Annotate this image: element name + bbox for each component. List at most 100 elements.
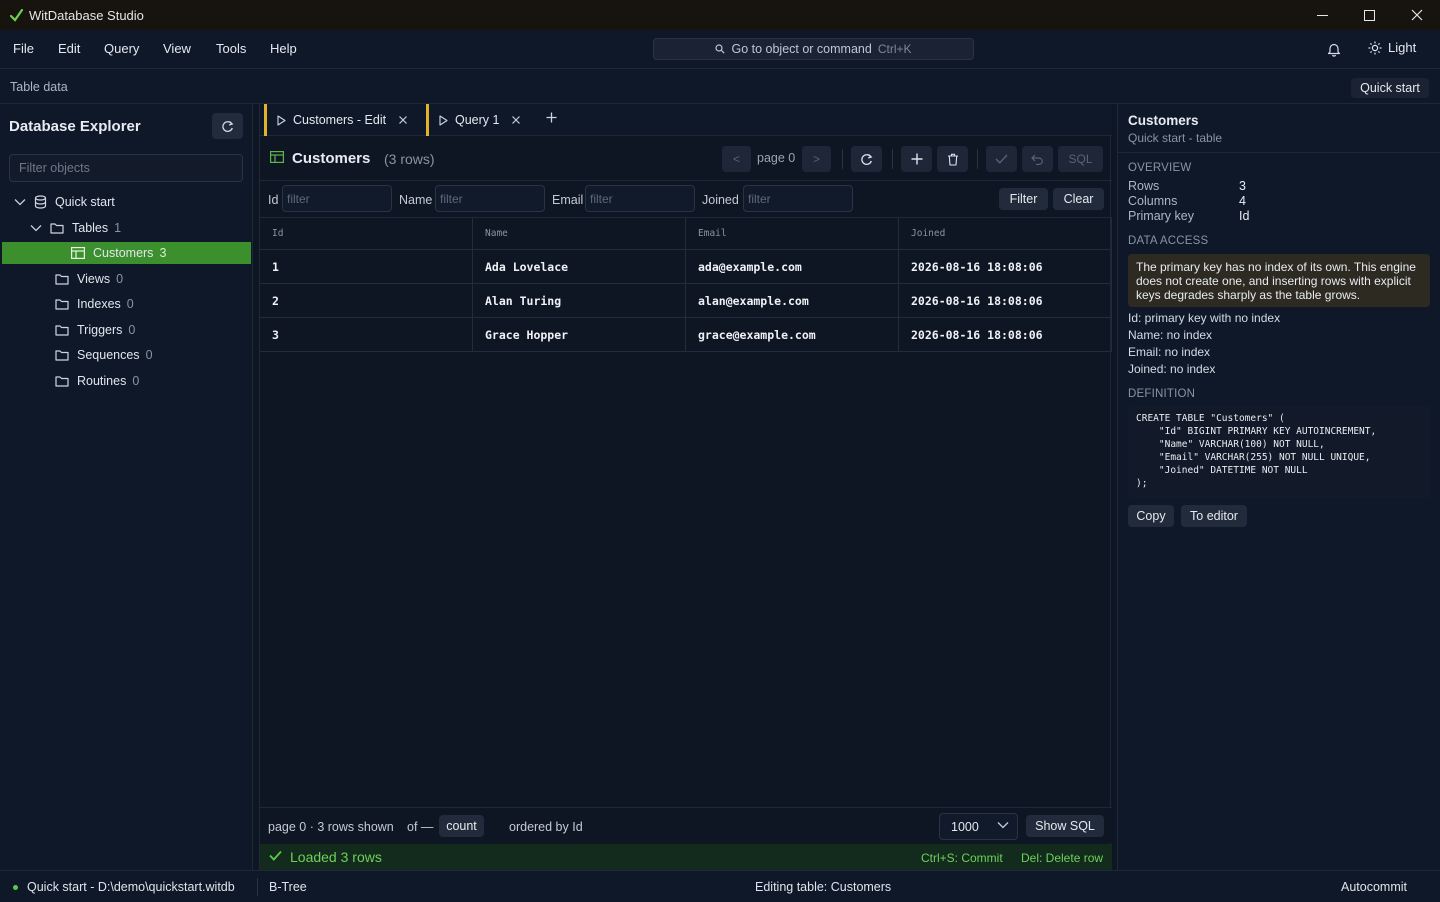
tab-label: Query 1 xyxy=(455,113,500,127)
editor-tab-bar: Customers - Edit Query 1 xyxy=(260,104,1112,136)
tab-customers-edit[interactable]: Customers - Edit xyxy=(264,104,422,136)
menu-tools[interactable]: Tools xyxy=(216,41,246,56)
copy-button[interactable]: Copy xyxy=(1128,505,1174,527)
commit-button[interactable] xyxy=(986,146,1017,172)
table-row[interactable]: 2 Alan Turing alan@example.com 2026-08-1… xyxy=(260,284,1112,318)
tree-item-sequences[interactable]: Sequences 0 xyxy=(2,344,251,366)
close-tab-icon[interactable] xyxy=(512,116,521,124)
tree-item-views[interactable]: Views 0 xyxy=(2,268,251,290)
theme-toggle-button[interactable]: Light xyxy=(1368,40,1416,55)
refresh-explorer-button[interactable] xyxy=(212,113,243,139)
show-sql-button[interactable]: Show SQL xyxy=(1026,815,1104,837)
tree-item-label: Indexes xyxy=(77,297,121,311)
folder-icon xyxy=(55,273,69,285)
operation-status: Loaded 3 rows Ctrl+S: Commit Del: Delete… xyxy=(260,844,1112,870)
filter-input-name[interactable]: filter xyxy=(435,185,545,212)
cell-id[interactable]: 1 xyxy=(260,250,473,283)
row-limit-select[interactable]: 1000 xyxy=(939,813,1018,840)
minimize-button[interactable] xyxy=(1299,0,1346,30)
database-explorer: Database Explorer Filter objects Quick s… xyxy=(0,104,253,870)
cell-joined[interactable]: 2026-08-16 18:08:06 xyxy=(899,284,1112,317)
bell-icon[interactable] xyxy=(1327,42,1341,57)
chevron-down-icon[interactable] xyxy=(14,198,28,206)
tree-item-indexes[interactable]: Indexes 0 xyxy=(2,293,251,315)
column-header-id[interactable]: Id xyxy=(260,218,473,249)
command-search[interactable]: Go to object or command Ctrl+K xyxy=(653,38,974,60)
status-bar: Quick start - D:\demo\quickstart.witdb B… xyxy=(0,870,1440,902)
tree-item-customers[interactable]: Customers 3 xyxy=(2,242,251,264)
tree-item-tables[interactable]: Tables 1 xyxy=(2,217,251,239)
cell-joined[interactable]: 2026-08-16 18:08:06 xyxy=(899,250,1112,283)
close-tab-icon[interactable] xyxy=(399,116,408,124)
overview-heading: OVERVIEW xyxy=(1128,162,1192,174)
filter-input-id[interactable]: filter xyxy=(282,185,392,212)
cell-id[interactable]: 3 xyxy=(260,318,473,351)
folder-icon xyxy=(55,324,69,336)
transaction-mode[interactable]: Autocommit xyxy=(1341,880,1407,894)
chevron-down-icon[interactable] xyxy=(30,224,44,232)
divider xyxy=(1118,152,1440,153)
filter-input-email[interactable]: filter xyxy=(585,185,695,212)
table-row[interactable]: 1 Ada Lovelace ada@example.com 2026-08-1… xyxy=(260,250,1112,284)
cell-id[interactable]: 2 xyxy=(260,284,473,317)
quick-start-button[interactable]: Quick start xyxy=(1351,78,1429,98)
index-note: Joined: no index xyxy=(1128,362,1216,376)
overview-key: Rows xyxy=(1128,179,1160,193)
app-logo-icon xyxy=(10,8,23,22)
tree-item-triggers[interactable]: Triggers 0 xyxy=(2,319,251,341)
reload-button[interactable] xyxy=(851,146,882,172)
clear-button[interactable]: Clear xyxy=(1053,188,1104,210)
tree-item-quick-start[interactable]: Quick start xyxy=(2,191,251,213)
table-icon xyxy=(71,247,85,259)
command-search-shortcut: Ctrl+K xyxy=(877,42,912,56)
add-tab-icon[interactable] xyxy=(546,112,557,123)
overview-value: 3 xyxy=(1239,179,1246,193)
cell-name[interactable]: Alan Turing xyxy=(473,284,686,317)
cell-email[interactable]: ada@example.com xyxy=(686,250,899,283)
cell-name[interactable]: Grace Hopper xyxy=(473,318,686,351)
cell-name[interactable]: Ada Lovelace xyxy=(473,250,686,283)
refresh-icon xyxy=(222,120,234,132)
menu-view[interactable]: View xyxy=(163,41,191,56)
close-window-button[interactable] xyxy=(1393,0,1440,30)
table-row[interactable]: 3 Grace Hopper grace@example.com 2026-08… xyxy=(260,318,1112,352)
prev-page-button[interactable]: < xyxy=(722,146,751,172)
next-page-button[interactable]: > xyxy=(802,146,831,172)
theme-toggle-label: Light xyxy=(1388,40,1417,55)
column-header-email[interactable]: Email xyxy=(686,218,899,249)
tree-item-label: Views xyxy=(77,272,111,286)
tree-item-label: Quick start xyxy=(55,195,115,209)
count-button[interactable]: count xyxy=(439,815,484,837)
definition-heading: DEFINITION xyxy=(1128,388,1196,400)
column-header-name[interactable]: Name xyxy=(473,218,686,249)
menu-edit[interactable]: Edit xyxy=(58,41,80,56)
menu-help[interactable]: Help xyxy=(270,41,297,56)
explorer-title: Database Explorer xyxy=(9,118,141,135)
revert-button[interactable] xyxy=(1022,146,1053,172)
menu-bar: File Edit Query View Tools Help Go to ob… xyxy=(0,30,1440,69)
page-indicator: page 0 xyxy=(757,151,796,165)
folder-icon xyxy=(55,349,69,361)
commit-hint: Ctrl+S: Commit xyxy=(921,851,1003,865)
index-note: Name: no index xyxy=(1128,328,1213,342)
column-header-joined[interactable]: Joined xyxy=(899,218,1112,249)
tree-item-label: Tables xyxy=(72,221,109,235)
tab-query-1[interactable]: Query 1 xyxy=(426,104,533,136)
check-icon xyxy=(995,154,1008,164)
cell-email[interactable]: alan@example.com xyxy=(686,284,899,317)
cell-email[interactable]: grace@example.com xyxy=(686,318,899,351)
maximize-button[interactable] xyxy=(1346,0,1393,30)
filter-button[interactable]: Filter xyxy=(999,188,1048,210)
cell-joined[interactable]: 2026-08-16 18:08:06 xyxy=(899,318,1112,351)
sql-button[interactable]: SQL xyxy=(1058,146,1103,172)
menu-query[interactable]: Query xyxy=(104,41,139,56)
delete-row-button[interactable] xyxy=(937,146,968,172)
page-info: page 0 · 3 rows shown xyxy=(268,820,394,834)
menu-file[interactable]: File xyxy=(13,41,34,56)
to-editor-button[interactable]: To editor xyxy=(1181,505,1247,527)
filter-input-joined[interactable]: filter xyxy=(743,185,853,212)
sun-icon xyxy=(1368,41,1382,55)
tree-item-routines[interactable]: Routines 0 xyxy=(2,370,251,392)
add-row-button[interactable] xyxy=(901,146,932,172)
filter-objects-input[interactable]: Filter objects xyxy=(9,154,243,182)
